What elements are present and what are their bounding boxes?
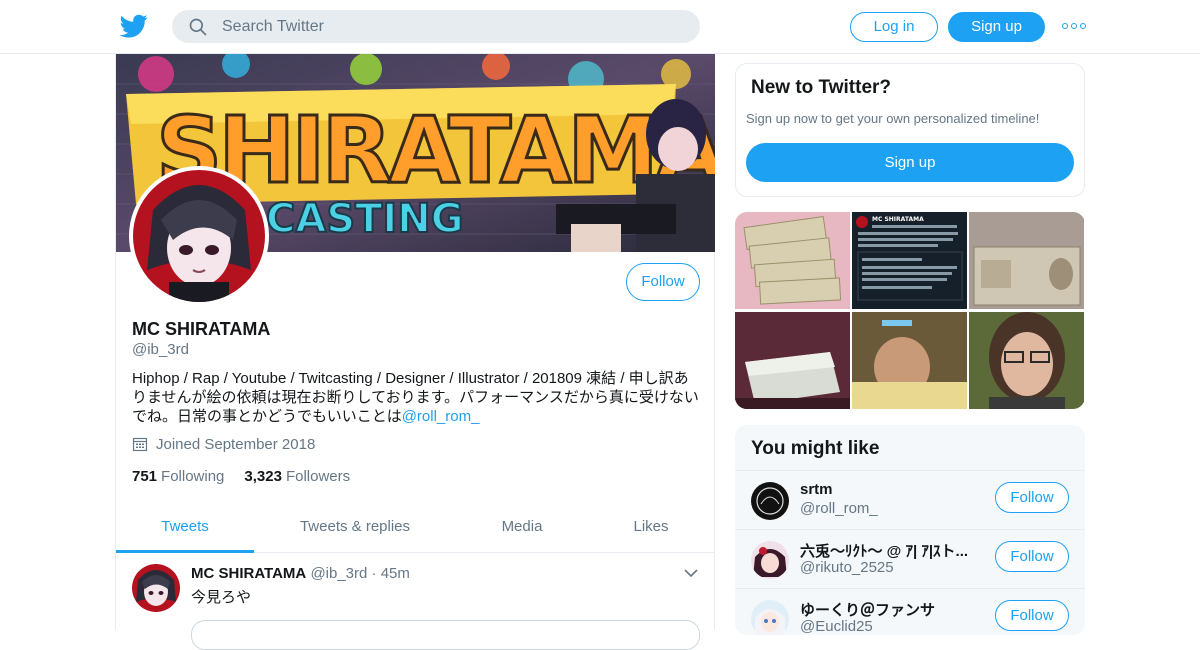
suggested-user[interactable]: ゆーくり＠ファンサ @Euclid25 Follow [735,588,1085,635]
tweet-text: 今見ろや [191,589,252,606]
tweet-time[interactable]: 45m [381,565,410,582]
following-count: 751 [132,468,158,485]
profile-tabs: Tweets Tweets & replies Media Likes [116,506,715,553]
profile-column: SHIRATAMA CASTING Follow MC SHIRATAMA @i… [115,54,715,650]
suggested-user[interactable]: 六兎〜ﾘｸﾄ〜 @ ｱ| ｱ|ｽト... @rikuto_2525 Follow [735,529,1085,588]
following-stat[interactable]: 751 Following [132,468,224,485]
tweet-author-handle[interactable]: @ib_3rd [310,565,367,582]
suggested-user-handle: @rikuto_2525 [800,559,894,576]
profile-bio: Hiphop / Rap / Youtube / Twitcasting / D… [132,369,702,426]
signup-card-subtitle: Sign up now to get your own personalized… [746,111,1040,126]
suggested-user-name[interactable]: srtm [800,481,985,498]
suggested-user-name[interactable]: 六兎〜ﾘｸﾄ〜 @ ｱ| ｱ|ｽト... [800,540,985,561]
media-thumb-2[interactable]: MC SHIRATAMA [852,212,967,309]
joined-date: Joined September 2018 [132,436,315,453]
calendar-icon [132,437,148,452]
signup-card: New to Twitter? Sign up now to get your … [735,63,1085,197]
tweet-author-name[interactable]: MC SHIRATAMA [191,565,306,582]
search-icon [189,18,207,36]
top-nav-bar: Log in Sign up [0,0,1200,54]
suggested-user-avatar[interactable] [751,541,789,579]
you-might-like-panel: You might like srtm @roll_rom_ Follow 六兎… [735,425,1085,635]
twitter-bird-icon[interactable] [120,12,148,40]
suggested-user[interactable]: srtm @roll_rom_ Follow [735,470,1085,529]
money-stack-image [735,212,850,309]
followers-stat[interactable]: 3,323 Followers [244,468,350,485]
tab-tweets[interactable]: Tweets [116,506,254,553]
media-snippet-name: MC SHIRATAMA [872,216,924,223]
signup-card-title: New to Twitter? [751,77,892,98]
person-in-bed-image [852,312,967,409]
follow-button[interactable]: Follow [995,482,1069,513]
tweet-screenshot-image: MC SHIRATAMA [852,212,967,309]
suggested-user-name[interactable]: ゆーくり＠ファンサ [800,599,985,620]
woman-face-image [969,312,1084,409]
tab-media[interactable]: Media [466,506,578,553]
suggested-user-avatar[interactable] [751,482,789,520]
follow-button[interactable]: Follow [995,600,1069,631]
signup-card-button[interactable]: Sign up [746,143,1074,182]
media-thumb-5[interactable] [852,312,967,409]
tab-likes[interactable]: Likes [606,506,696,553]
login-button[interactable]: Log in [850,12,938,42]
more-dots-icon[interactable] [1062,18,1090,34]
banknote-image [969,212,1084,309]
follow-button[interactable]: Follow [995,541,1069,572]
media-thumb-1[interactable] [735,212,850,309]
followers-count: 3,323 [244,468,282,485]
avatar-illustration [133,170,265,302]
tab-tweets-replies[interactable]: Tweets & replies [276,506,434,553]
profile-handle[interactable]: @ib_3rd [132,341,189,358]
suggested-user-handle: @Euclid25 [800,618,873,635]
media-grid: MC SHIRATAMA [735,212,1085,409]
follow-button[interactable]: Follow [626,263,700,301]
profile-stats: 751 Following 3,323 Followers [132,468,350,485]
tweet-avatar[interactable] [132,564,180,612]
banner-subtitle-text: CASTING [266,196,464,242]
suggested-user-handle: @roll_rom_ [800,500,878,517]
search-input[interactable] [222,10,682,43]
tweet-separator: · [371,565,377,582]
avatar-image [751,541,789,579]
tweet-item[interactable]: MC SHIRATAMA @ib_3rd · 45m 今見ろや [116,554,715,650]
tweet-media-card[interactable] [191,620,700,650]
media-thumb-6[interactable] [969,312,1084,409]
profile-avatar[interactable] [129,166,269,306]
avatar-image [751,482,789,520]
media-thumb-3[interactable] [969,212,1084,309]
joined-label: Joined September 2018 [156,436,316,453]
tweet-header: MC SHIRATAMA @ib_3rd · 45m [191,565,410,582]
bio-mention-link[interactable]: @roll_rom_ [402,408,480,425]
tweet-avatar-image [132,564,180,612]
profile-name: MC SHIRATAMA [132,319,271,339]
box-image [735,312,850,409]
followers-label: Followers [285,468,351,485]
chevron-down-icon[interactable] [684,568,698,578]
signup-button[interactable]: Sign up [948,12,1045,42]
search-box[interactable] [172,10,700,43]
you-might-like-title: You might like [751,438,880,459]
media-thumb-4[interactable] [735,312,850,409]
following-label: Following [161,468,225,485]
